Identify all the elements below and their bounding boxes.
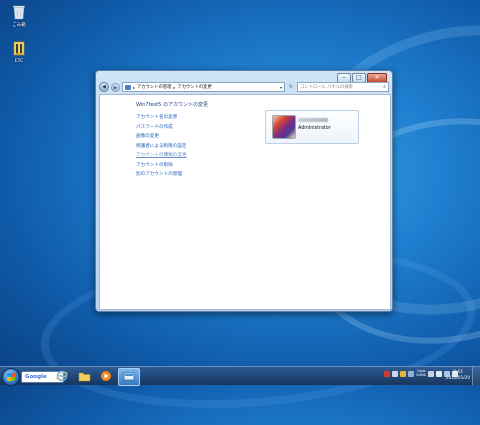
blurred-user-name: [298, 118, 328, 122]
chevron-down-icon[interactable]: ▾: [280, 85, 282, 90]
folder-icon: [78, 372, 90, 381]
clock-date: 2010/01/20: [445, 375, 470, 380]
account-role: Administrator: [298, 126, 331, 131]
search-icon[interactable]: ⌕: [383, 84, 386, 90]
taskbar-explorer[interactable]: [74, 368, 94, 384]
task-link-list: アカウント名の変更 パスワードの作成 画像の変更 保護者による制限の設定 アカウ…: [136, 113, 187, 170]
clock[interactable]: 8:43 2010/01/20: [446, 369, 470, 381]
recycle-bin-icon: [13, 5, 25, 20]
avatar: [272, 115, 296, 139]
search-input[interactable]: コントロール パネルの検索: [300, 84, 383, 90]
forward-button[interactable]: ▶: [111, 82, 120, 92]
show-desktop-button[interactable]: [472, 367, 480, 385]
taskbar-internet-explorer[interactable]: [52, 368, 72, 384]
breadcrumb-separator-icon: ▸: [173, 84, 176, 90]
desktop-icon-recycle-bin[interactable]: ごみ箱: [4, 4, 34, 28]
control-panel-icon: [125, 84, 131, 90]
breadcrumb-item[interactable]: アカウントの変更: [177, 84, 211, 90]
desktop-icon-label: ごみ箱: [12, 23, 26, 28]
google-logo: Google: [25, 374, 47, 380]
start-button[interactable]: [2, 368, 20, 386]
pen-icon[interactable]: [400, 370, 407, 377]
link-manage-another-account[interactable]: 別のアカウントの管理: [136, 171, 182, 177]
help-icon[interactable]: [408, 370, 415, 377]
desktop-icon-etc[interactable]: ETC: [4, 40, 34, 64]
media-player-icon: [101, 371, 111, 381]
refresh-icon[interactable]: ↻: [287, 83, 295, 91]
control-panel-window: – □ ✕ ◀ ▶ ▸ アカウントの管理 ▸ アカウントの変更 ▾ ↻ コントロ…: [95, 70, 393, 312]
keyboard-status: Caps KANA: [416, 369, 426, 377]
address-bar[interactable]: ▸ アカウントの管理 ▸ アカウントの変更 ▾: [122, 82, 285, 92]
link-change-account-name[interactable]: アカウント名の変更: [136, 113, 187, 123]
breadcrumb-item[interactable]: アカウントの管理: [137, 84, 171, 90]
link-change-account-type[interactable]: アカウントの種類の変更: [136, 151, 187, 161]
page-title: Win7test5 のアカウントの変更: [136, 102, 208, 108]
ime-icon[interactable]: [392, 370, 399, 377]
taskbar: Google Caps KANA 8:43 2010/01/20: [0, 366, 480, 386]
taskbar-media-player[interactable]: [96, 368, 116, 384]
taskbar-control-panel[interactable]: [118, 368, 140, 386]
internet-explorer-icon: [56, 370, 68, 382]
flag-icon[interactable]: [436, 370, 442, 377]
link-create-password[interactable]: パスワードの作成: [136, 123, 187, 133]
windows-logo-icon: [7, 373, 15, 381]
link-parental-controls[interactable]: 保護者による制限の設定: [136, 142, 187, 152]
back-button[interactable]: ◀: [99, 82, 109, 92]
control-panel-icon: [123, 372, 135, 381]
search-box[interactable]: コントロール パネルの検索 ⌕: [297, 82, 389, 92]
folder-icon: [13, 41, 25, 56]
kana-indicator: KANA: [416, 372, 426, 377]
security-alert-icon[interactable]: [384, 370, 391, 377]
user-account-card: Administrator: [265, 110, 359, 144]
breadcrumb-separator-icon: ▸: [133, 84, 136, 90]
navigation-bar: ◀ ▶ ▸ アカウントの管理 ▸ アカウントの変更 ▾ ↻ コントロール パネル…: [99, 82, 389, 92]
settings-icon[interactable]: [428, 370, 434, 377]
link-delete-account[interactable]: アカウントの削除: [136, 161, 187, 171]
desktop-icon-label: ETC: [14, 59, 24, 64]
content-pane: Win7test5 のアカウントの変更 アカウント名の変更 パスワードの作成 画…: [99, 94, 391, 310]
link-change-picture[interactable]: 画像の変更: [136, 132, 187, 142]
